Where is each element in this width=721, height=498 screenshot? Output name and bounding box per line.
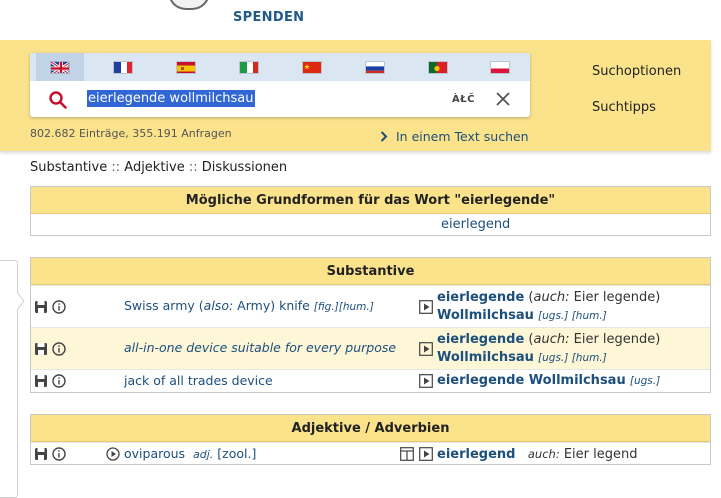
special-characters-button[interactable]: ÀŁČ [452,94,475,105]
nav-discussions[interactable]: Diskussionen [202,160,287,175]
flag-ru-icon [365,60,385,74]
german-term[interactable]: eierlegende Wollmilchsau [ugs.] [437,372,660,390]
tab-language-ru[interactable] [351,53,399,81]
search-input[interactable]: eierlegende wollmilchsau [87,90,255,107]
play-circle-icon[interactable] [106,447,120,461]
tab-language-zh[interactable] [288,53,336,81]
nav-nouns[interactable]: Substantive [30,160,107,175]
table-view-icon[interactable] [400,447,414,461]
german-term[interactable]: eierlegend auch: Eier legend [437,445,638,464]
nouns-panel: Substantive Swiss army (also: Army) knif… [30,257,711,393]
tab-language-it[interactable] [225,53,273,81]
logo-icon[interactable] [168,0,210,10]
flag-uk-icon [50,60,70,74]
text-search-link[interactable]: In einem Text suchen [380,129,529,144]
adjectives-title: Adjektive / Adverbien [31,415,710,442]
search-row: eierlegende wollmilchsau ÀŁČ [30,81,530,117]
play-audio-icon[interactable] [419,374,433,388]
nav-adjectives[interactable]: Adjektive [124,160,184,175]
dictionary-stats: 802.682 Einträge, 355.191 Anfragen [30,127,232,140]
clear-icon[interactable] [495,91,511,107]
english-term[interactable]: all-in-one device suitable for every pur… [124,340,396,355]
chevron-right-icon [380,131,388,142]
search-icon[interactable] [48,90,68,110]
info-icon[interactable] [52,447,66,461]
info-icon[interactable] [52,299,66,314]
flag-es-icon [176,60,196,74]
base-forms-panel: Mögliche Grundformen für das Wort "eierl… [30,186,711,236]
base-forms-title: Mögliche Grundformen für das Wort "eierl… [31,187,710,214]
search-box: eierlegende wollmilchsau ÀŁČ [30,53,530,117]
tab-language-en[interactable] [36,53,84,81]
tab-language-pl[interactable] [476,53,524,81]
english-term[interactable]: jack of all trades device [124,373,273,388]
adjectives-panel: Adjektive / Adverbien oviparous adj. [zo… [30,414,711,465]
save-icon[interactable] [34,300,48,314]
tab-language-es[interactable] [162,53,210,81]
info-icon[interactable] [52,374,66,388]
flag-it-icon [239,60,259,74]
flag-cn-icon [302,60,322,74]
flag-pt-icon [428,60,448,74]
save-icon[interactable] [34,447,48,461]
tab-language-fr[interactable] [99,53,147,81]
save-icon[interactable] [34,342,48,356]
side-panel-notch [17,292,25,310]
base-form-link[interactable]: eierlegend [441,217,510,232]
table-row: all-in-one device suitable for every pur… [31,327,710,369]
table-row: Swiss army (also: Army) knife [fig.][hum… [31,285,710,327]
donate-link[interactable]: SPENDEN [233,10,304,25]
nouns-title: Substantive [31,258,710,285]
german-term[interactable]: eierlegende (auch: Eier legende) Wollmil… [437,331,660,367]
play-audio-icon[interactable] [419,447,433,461]
german-term[interactable]: eierlegende (auch: Eier legende) Wollmil… [437,289,660,325]
nav-separator: :: [111,160,121,175]
save-icon[interactable] [34,374,48,388]
tab-language-pt[interactable] [414,53,462,81]
play-audio-icon[interactable] [419,300,433,314]
side-panel-tab[interactable] [0,260,18,498]
nav-separator: :: [188,160,198,175]
flag-fr-icon [113,60,133,74]
language-tabs [30,53,530,81]
english-term[interactable]: oviparous adj. [zool.] [124,446,256,461]
info-icon[interactable] [52,341,66,356]
result-section-nav: Substantive :: Adjektive :: Diskussionen [30,160,287,175]
play-audio-icon[interactable] [419,342,433,356]
english-term[interactable]: Swiss army (also: Army) knife [fig.][hum… [124,298,374,313]
flag-pl-icon [490,60,510,74]
search-tips-link[interactable]: Suchtipps [592,100,656,115]
search-options-link[interactable]: Suchoptionen [592,64,681,79]
table-row: jack of all trades device eierlegende Wo… [31,369,710,392]
text-search-label: In einem Text suchen [396,129,529,144]
table-row: oviparous adj. [zool.] eierlegend auch: … [31,442,710,465]
